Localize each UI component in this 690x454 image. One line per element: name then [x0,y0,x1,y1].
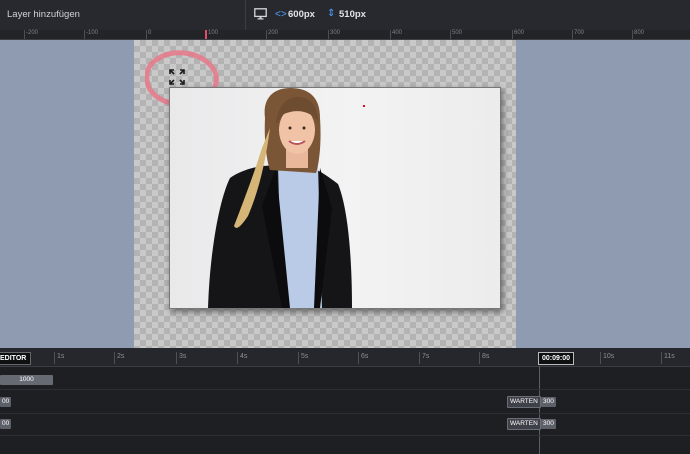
ruler-label: 500 [452,30,463,36]
wait-value-chip[interactable]: 300 [541,419,556,429]
ruler-mark [266,30,267,39]
current-time-badge[interactable]: 00:09:00 [538,352,575,365]
timeline-row[interactable]: 00 WARTEN 300 [0,414,690,436]
second-tick [54,352,55,364]
canvas-width-value[interactable]: 600px [288,9,315,20]
canvas-height-value[interactable]: 510px [339,9,366,20]
top-toolbar: Layer hinzufügen <> 600px ⇕ 510px [0,0,690,30]
second-tick [114,352,115,364]
horizontal-ruler: -200 -100 0 100 200 300 400 500 600 700 … [0,30,690,40]
second-label: 2s [117,353,125,360]
second-label: 10s [603,353,615,360]
timeline-row[interactable]: 00 WARTEN 300 [0,392,690,414]
timeline-ruler[interactable]: EDITOR 1s 2s 3s 4s 5s 6s 7s 8s 00:09:00 … [0,348,690,367]
second-label: 11s [664,353,675,360]
ruler-label: 800 [634,30,645,36]
ruler-cursor-marker [205,30,207,39]
second-tick [176,352,177,364]
editor-label: EDITOR [0,352,32,365]
second-tick [661,352,662,364]
monitor-icon[interactable] [254,8,267,20]
second-label: 8s [482,353,490,360]
start-value-chip[interactable]: 00 [0,397,12,407]
wait-label: WARTEN [507,418,541,430]
ruler-label: 0 [148,30,152,36]
second-label: 1s [57,353,65,360]
ruler-mark [390,30,391,39]
ruler-mark [512,30,513,39]
portrait-photo [208,88,352,308]
ruler-label: -100 [86,30,99,36]
duration-bar[interactable]: 1000 [0,375,53,385]
second-tick [419,352,420,364]
second-tick [479,352,480,364]
add-layer-button[interactable]: Layer hinzufügen [7,9,80,20]
second-label: 6s [361,353,369,360]
second-label: 7s [422,353,430,360]
add-layer-panel[interactable]: Layer hinzufügen [0,0,246,30]
ruler-label: 400 [392,30,403,36]
ruler-mark [328,30,329,39]
ruler-mark [632,30,633,39]
ruler-label: 700 [574,30,585,36]
wait-label: WARTEN [507,396,541,408]
arrows-vertical-icon: ⇕ [327,8,336,19]
second-label: 5s [301,353,309,360]
image-layer[interactable] [169,87,501,309]
ruler-mark [146,30,147,39]
ruler-mark [450,30,451,39]
second-label: 3s [179,353,187,360]
timeline-panel[interactable]: EDITOR 1s 2s 3s 4s 5s 6s 7s 8s 00:09:00 … [0,348,690,454]
second-tick [237,352,238,364]
second-tick [298,352,299,364]
arrows-horizontal-icon: <> [275,9,287,20]
ruler-label: 100 [208,30,219,36]
ruler-label: 600 [514,30,525,36]
ruler-mark [572,30,573,39]
start-value-chip[interactable]: 00 [0,419,12,429]
ruler-label: -200 [26,30,39,36]
timeline-row[interactable]: 1000 [0,368,690,390]
wait-value-chip[interactable]: 300 [541,397,556,407]
ruler-mark [24,30,25,39]
second-tick [358,352,359,364]
fullscreen-expand-icon[interactable] [168,68,186,86]
ruler-mark [84,30,85,39]
second-label: 4s [240,353,248,360]
second-tick [600,352,601,364]
ruler-label: 300 [330,30,341,36]
red-dot-marker [363,105,365,107]
ruler-label: 200 [268,30,279,36]
